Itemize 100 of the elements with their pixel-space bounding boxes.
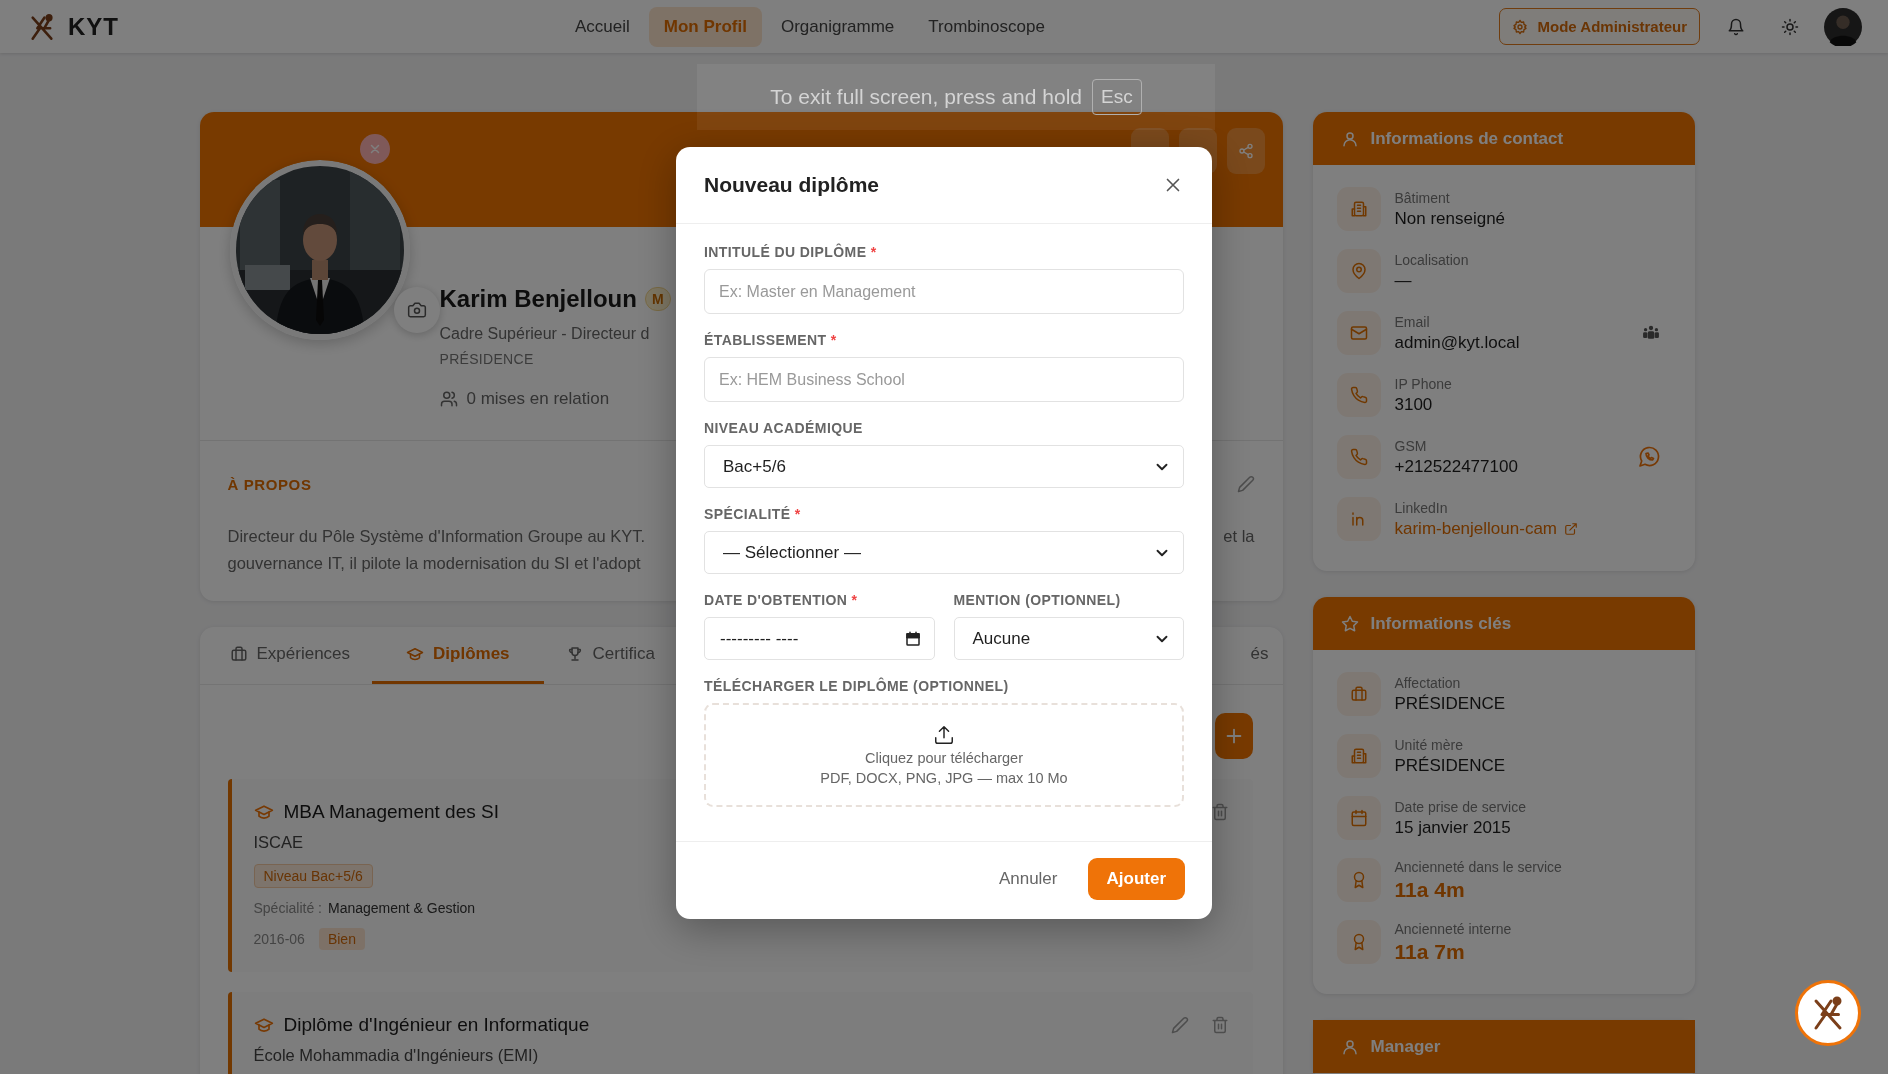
camera-icon: [406, 300, 427, 320]
building-icon: [1349, 747, 1368, 765]
drop-zone-text: Cliquez pour télécharger: [865, 750, 1023, 766]
nav-link[interactable]: Trombinoscope: [913, 6, 1060, 47]
field-label: Affectation: [1394, 674, 1462, 691]
school-name: ISCAE: [253, 833, 305, 852]
field-label: ÉTABLISSEMENT *: [704, 332, 838, 348]
whatsapp-button[interactable]: [1636, 445, 1661, 469]
logo-text: KYT: [68, 12, 119, 41]
user-avatar[interactable]: [1824, 7, 1862, 46]
edit-icon: [1170, 1016, 1189, 1034]
field-label: IP Phone: [1394, 375, 1453, 392]
field-value: PRÉSIDENCE: [1394, 693, 1507, 714]
settings-icon: [1511, 18, 1528, 35]
field-value: 11a 7m: [1394, 939, 1466, 964]
calendar-icon: [1349, 809, 1368, 827]
graduation-cap-icon: [253, 802, 274, 822]
role-badge: M: [644, 287, 671, 311]
key-hint: Esc: [1092, 79, 1142, 115]
field-label: TÉLÉCHARGER LE DIPLÔME (OPTIONNEL): [704, 678, 1010, 694]
graduation-cap-icon: [253, 1015, 274, 1035]
tab[interactable]: Certifica: [553, 627, 667, 684]
calendar-icon: [903, 629, 922, 648]
field-label: INTITULÉ DU DIPLÔME *: [704, 244, 878, 260]
specialty-value: Management & Gestion: [328, 900, 476, 916]
date-input[interactable]: --------- ----: [704, 617, 935, 660]
text-input[interactable]: Ex: HEM Business School: [704, 357, 1184, 402]
dropdown[interactable]: Aucune: [953, 617, 1184, 660]
field-value: Non renseigné: [1394, 208, 1507, 229]
profile-link[interactable]: karim-benjelloun-cam: [1394, 518, 1578, 539]
nav-link[interactable]: Organigramme: [765, 6, 910, 47]
diploma-title: Diplôme d'Ingénieur en Informatique: [283, 1014, 590, 1036]
field-value: 3100: [1394, 394, 1434, 415]
field-value: admin@kyt.local: [1394, 332, 1521, 353]
trash-icon: [1210, 803, 1229, 821]
upload-icon: [933, 724, 955, 746]
mention-tag: Bien: [318, 928, 365, 950]
nav-link[interactable]: Accueil: [560, 6, 645, 47]
field-label: NIVEAU ACADÉMIQUE: [704, 420, 864, 436]
dialog-title: Nouveau diplôme: [704, 173, 880, 197]
phone-icon: [1349, 448, 1368, 466]
field-value: PRÉSIDENCE: [1394, 755, 1507, 776]
field-label: GSM: [1394, 437, 1428, 454]
admin-mode-button[interactable]: Mode Administrateur: [1498, 8, 1700, 45]
about-text: Directeur du Pôle Système d'Information Groupe au KYT.: [227, 526, 646, 547]
diploma-date: 2016-06: [253, 931, 305, 947]
chat-bubble-phone-icon: [1636, 445, 1661, 469]
field-label: Ancienneté dans le service: [1394, 858, 1563, 875]
field-value: 15 janvier 2015: [1394, 817, 1512, 838]
users-icon: [439, 390, 458, 408]
tab[interactable]: Expériences: [217, 627, 363, 684]
card-title: Manager: [1370, 1036, 1441, 1057]
job-title: Cadre Supérieur - Directeur d: [439, 325, 651, 343]
field-label: MENTION (OPTIONNEL): [953, 592, 1122, 608]
card-title: Informations de contact: [1370, 128, 1564, 149]
profile-name: Karim Benjelloun: [439, 285, 637, 313]
tab[interactable]: Diplômes: [372, 627, 544, 684]
trash-icon: [1210, 1016, 1229, 1034]
department-label: PRÉSIDENCE: [439, 351, 535, 367]
external-link-icon: [1564, 521, 1578, 536]
connections-count: 0 mises en relation: [466, 389, 610, 409]
text-input[interactable]: Ex: Master en Management: [704, 269, 1184, 314]
user-icon: [1340, 129, 1359, 148]
field-label: Bâtiment: [1394, 189, 1451, 206]
diploma-title: MBA Management des SI: [283, 801, 499, 823]
level-tag: Niveau Bac+5/6: [253, 864, 373, 888]
field-label: SPÉCIALITÉ *: [704, 506, 802, 522]
field-label: DATE D'OBTENTION *: [704, 592, 859, 608]
phone-icon: [1349, 386, 1368, 404]
field-label: Localisation: [1394, 251, 1470, 268]
school-name: École Mohammadia d'Ingénieurs (EMI): [253, 1046, 540, 1065]
field-label: Ancienneté interne: [1394, 920, 1513, 937]
briefcase-icon: [1349, 685, 1368, 703]
specialty-label: Spécialité :: [253, 900, 322, 916]
field-value: —: [1394, 270, 1413, 291]
field-label: Email: [1394, 313, 1431, 330]
add-button[interactable]: [1214, 713, 1253, 759]
field-label: Date prise de service: [1394, 798, 1527, 815]
sun-icon: [1781, 17, 1799, 36]
bell-icon: [1727, 17, 1745, 36]
about-text: et la: [1223, 526, 1255, 547]
field-label: Unité mère: [1394, 736, 1464, 753]
card-title: Informations clés: [1370, 613, 1512, 634]
dropdown[interactable]: Bac+5/6: [704, 445, 1184, 488]
field-value: +212522477100: [1394, 456, 1519, 477]
file-hint: PDF, DOCX, PNG, JPG — max 10 Mo: [820, 770, 1068, 786]
change-photo-button[interactable]: [393, 287, 440, 333]
briefcase-icon: [229, 645, 248, 663]
file-drop-zone[interactable]: Cliquez pour télécharger PDF, DOCX, PNG, JPG — max 10 Mo: [704, 703, 1184, 807]
tab[interactable]: és: [1238, 627, 1281, 684]
notice-text: To exit full screen, press and hold: [770, 85, 1082, 109]
graduation-cap-icon: [406, 645, 425, 663]
field-value: 11a 4m: [1394, 877, 1466, 902]
building-icon: [1349, 200, 1368, 218]
envelope-icon: [1349, 324, 1368, 342]
logo-icon: [28, 12, 56, 41]
submit-button[interactable]: Ajouter: [1087, 858, 1185, 900]
nav-link[interactable]: Mon Profil: [648, 6, 762, 47]
cancel-button[interactable]: Annuler: [998, 869, 1058, 889]
dropdown[interactable]: — Sélectionner —: [704, 531, 1184, 574]
